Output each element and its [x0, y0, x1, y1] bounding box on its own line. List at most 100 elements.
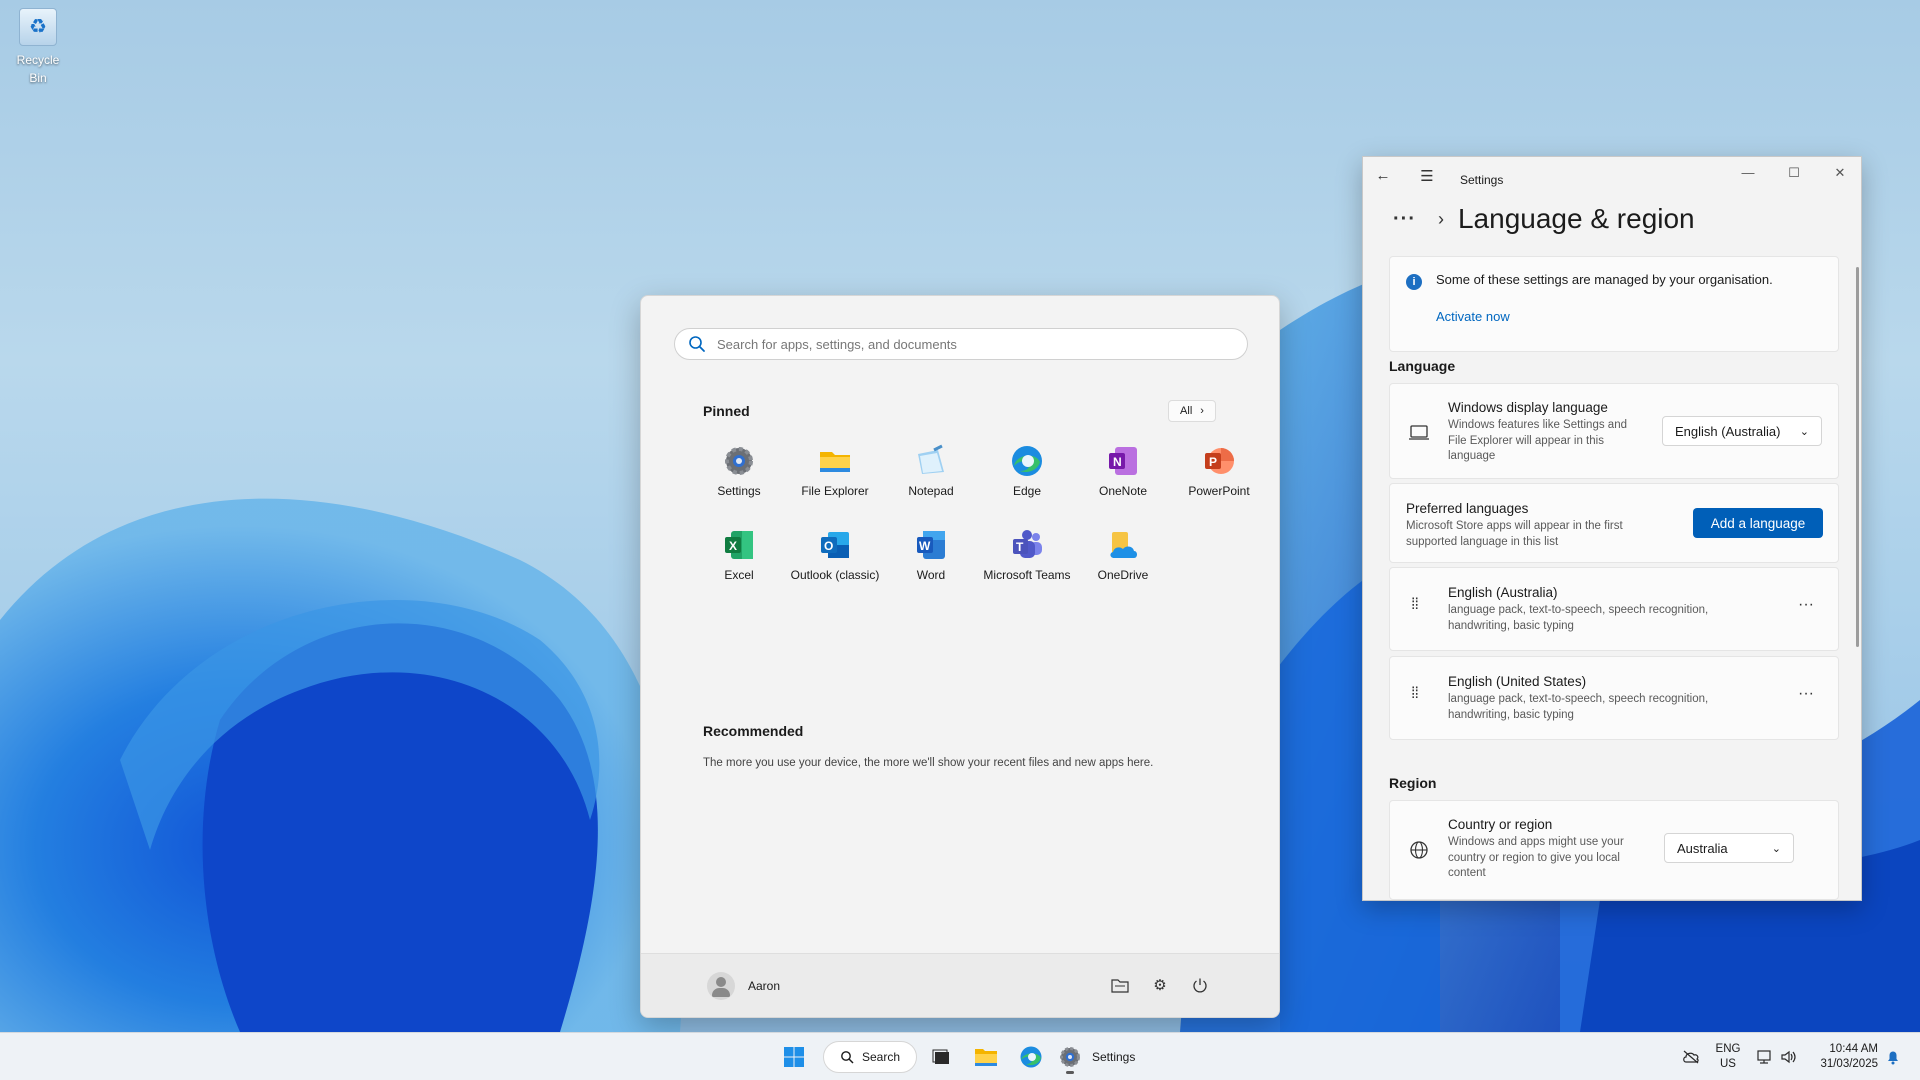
- more-breadcrumb-icon[interactable]: ···: [1393, 208, 1416, 231]
- taskbar-edge[interactable]: [1015, 1041, 1047, 1073]
- all-apps-label: All: [1180, 405, 1193, 417]
- add-language-button[interactable]: Add a language: [1693, 508, 1823, 538]
- pinned-app-powerpoint[interactable]: P PowerPoint: [1171, 444, 1267, 498]
- clock[interactable]: 10:44 AM 31/03/2025: [1808, 1042, 1878, 1072]
- settings-titlebar: ← ☰ Settings — ☐ ✕: [1363, 157, 1861, 201]
- language-group-title: Language: [1389, 358, 1456, 374]
- info-icon: i: [1406, 274, 1422, 290]
- pinned-app-excel[interactable]: X Excel: [691, 528, 787, 582]
- pinned-app-label: PowerPoint: [1188, 484, 1250, 498]
- taskbar-settings-app[interactable]: Settings: [1058, 1041, 1148, 1074]
- folder-icon: [975, 1049, 997, 1066]
- pinned-app-label: Word: [916, 568, 946, 582]
- recycle-bin-desktop-icon[interactable]: Recycle Bin: [8, 8, 68, 87]
- svg-text:T: T: [1016, 540, 1024, 554]
- recycle-bin-label: Recycle Bin: [16, 53, 60, 85]
- close-icon[interactable]: ✕: [1825, 165, 1855, 189]
- pinned-app-word[interactable]: W Word: [883, 528, 979, 582]
- laptop-icon: [1409, 425, 1429, 440]
- onedrive-icon: [1106, 528, 1140, 562]
- chevron-down-icon: ⌄: [1799, 425, 1809, 438]
- country-value: Australia: [1677, 840, 1728, 856]
- pinned-app-label: File Explorer: [801, 484, 869, 498]
- power-icon[interactable]: [1189, 974, 1211, 996]
- display-language-value: English (Australia): [1675, 423, 1781, 439]
- back-arrow-icon[interactable]: ←: [1371, 167, 1395, 184]
- taskbar-file-explorer[interactable]: [970, 1041, 1002, 1073]
- documents-folder-icon[interactable]: [1109, 974, 1131, 996]
- input-language-indicator[interactable]: ENG US: [1713, 1042, 1743, 1072]
- globe-icon: [1410, 841, 1428, 859]
- more-options-icon[interactable]: ···: [1798, 596, 1814, 614]
- edge-icon: [1020, 1046, 1042, 1068]
- maximize-icon[interactable]: ☐: [1779, 165, 1809, 189]
- notification-bell-icon[interactable]: [1882, 1041, 1904, 1073]
- taskbar-search-button[interactable]: Search: [823, 1041, 917, 1073]
- settings-gear-icon[interactable]: ⚙: [1149, 974, 1171, 996]
- pinned-app-notepad[interactable]: Notepad: [883, 444, 979, 498]
- user-avatar-icon[interactable]: [707, 972, 735, 1000]
- svg-text:O: O: [824, 539, 833, 553]
- pinned-app-label: Outlook (classic): [790, 568, 880, 582]
- pinned-app-outlook[interactable]: O Outlook (classic): [787, 528, 883, 582]
- pinned-app-file-explorer[interactable]: File Explorer: [787, 444, 883, 498]
- start-search-box[interactable]: [674, 328, 1248, 360]
- outlook-icon: O: [818, 528, 852, 562]
- breadcrumb: ··· › Language & region: [1393, 203, 1695, 235]
- display-language-dropdown[interactable]: English (Australia) ⌄: [1662, 416, 1822, 446]
- start-menu: Pinned All › Settings File Explorer Note…: [640, 295, 1280, 1018]
- pinned-app-label: Edge: [1012, 484, 1042, 498]
- svg-text:X: X: [729, 539, 737, 553]
- task-view-icon: [932, 1049, 949, 1064]
- info-banner-text: Some of these settings are managed by yo…: [1436, 272, 1773, 287]
- country-region-card: Country or region Windows and apps might…: [1389, 800, 1839, 900]
- language-row-english-australia[interactable]: ⁞⁞ English (Australia) language pack, te…: [1389, 567, 1839, 651]
- taskbar-search-label: Search: [862, 1050, 901, 1064]
- powerpoint-icon: P: [1202, 444, 1236, 478]
- settings-gear-icon: [1060, 1047, 1080, 1067]
- pinned-app-teams[interactable]: T Microsoft Teams: [979, 528, 1075, 582]
- language-row-english-united-states[interactable]: ⁞⁞ English (United States) language pack…: [1389, 656, 1839, 740]
- hamburger-menu-icon[interactable]: ☰: [1415, 167, 1439, 185]
- start-button[interactable]: [776, 1041, 812, 1073]
- pinned-app-settings[interactable]: Settings: [691, 444, 787, 498]
- user-name[interactable]: Aaron: [748, 979, 780, 993]
- more-options-icon[interactable]: ···: [1798, 685, 1814, 703]
- edge-icon: [1010, 444, 1044, 478]
- pinned-app-onenote[interactable]: N OneNote: [1075, 444, 1171, 498]
- network-status-icon[interactable]: [1752, 1041, 1778, 1073]
- all-apps-button[interactable]: All ›: [1168, 400, 1216, 422]
- pinned-app-label: OneDrive: [1097, 568, 1149, 582]
- pinned-app-edge[interactable]: Edge: [979, 444, 1075, 498]
- volume-icon[interactable]: [1776, 1041, 1802, 1073]
- display-language-card: Windows display language Windows feature…: [1389, 383, 1839, 479]
- country-dropdown[interactable]: Australia ⌄: [1664, 833, 1794, 863]
- clock-date: 31/03/2025: [1820, 1058, 1878, 1070]
- network-cloud-icon[interactable]: [1678, 1041, 1704, 1073]
- settings-window: ← ☰ Settings — ☐ ✕ ··· › Language & regi…: [1362, 156, 1862, 901]
- start-search-input[interactable]: [717, 336, 1247, 352]
- pinned-app-label: Notepad: [908, 484, 954, 498]
- svg-text:N: N: [1113, 455, 1122, 469]
- pinned-app-label: Microsoft Teams: [983, 568, 1071, 582]
- recommended-title: Recommended: [703, 723, 804, 739]
- excel-icon: X: [722, 528, 756, 562]
- word-icon: W: [914, 528, 948, 562]
- recycle-bin-icon: [19, 8, 57, 46]
- activate-now-link[interactable]: Activate now: [1436, 309, 1510, 324]
- preferred-languages-subtitle: Microsoft Store apps will appear in the …: [1406, 520, 1623, 548]
- chevron-down-icon: ⌄: [1771, 842, 1781, 855]
- drag-handle-icon[interactable]: ⁞⁞: [1411, 686, 1425, 702]
- pinned-app-onedrive[interactable]: OneDrive: [1075, 528, 1171, 582]
- country-region-title: Country or region: [1448, 817, 1553, 832]
- pinned-app-label: Settings: [717, 484, 761, 498]
- settings-gear-icon: [722, 444, 756, 478]
- minimize-icon[interactable]: —: [1733, 165, 1763, 189]
- svg-text:W: W: [919, 539, 931, 553]
- settings-scrollbar[interactable]: [1856, 267, 1859, 647]
- drag-handle-icon[interactable]: ⁞⁞: [1411, 597, 1425, 613]
- region-group-title: Region: [1389, 775, 1437, 791]
- task-view-button[interactable]: [926, 1041, 958, 1073]
- teams-icon: T: [1010, 528, 1044, 562]
- start-footer: Aaron ⚙: [641, 953, 1279, 1017]
